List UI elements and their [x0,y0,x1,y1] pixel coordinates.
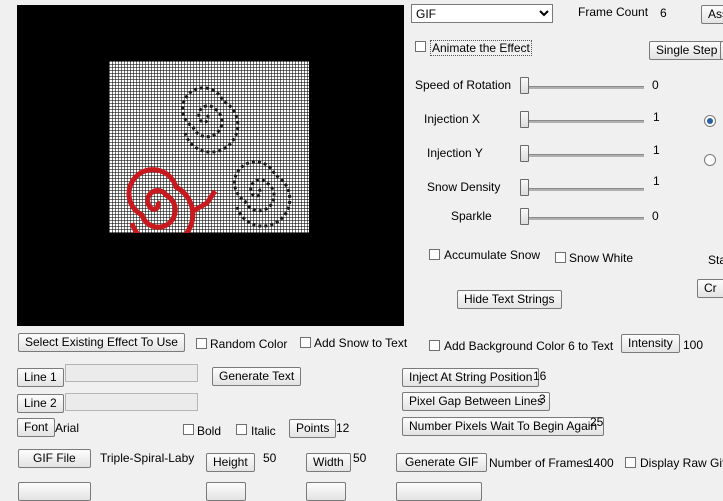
injection-x-slider[interactable] [520,111,529,128]
intensity-button[interactable]: Intensity [621,334,680,353]
add-snow-to-text-checkbox[interactable] [300,337,311,348]
preview-canvas [17,5,404,326]
hide-text-strings-button[interactable]: Hide Text Strings [457,290,562,309]
add-background-color-label: Add Background Color 6 to Text [444,339,614,353]
frame-count-label: Frame Count [578,5,649,19]
points-button[interactable]: Points [289,419,337,438]
inject-at-string-position-value: 16 [533,369,547,383]
snow-white-label: Snow White [569,251,634,265]
select-existing-effect-button[interactable]: Select Existing Effect To Use [18,333,185,352]
generate-text-button[interactable]: Generate Text [212,367,302,386]
sparkle-track [522,217,644,220]
font-button[interactable]: Font [17,418,56,437]
animate-effect-label: Animate the Effect [430,40,532,56]
injection-x-track [522,120,644,123]
accumulate-snow-checkbox[interactable] [429,249,440,260]
random-color-label: Random Color [210,337,288,351]
font-value: Arial [55,421,80,435]
single-step-button[interactable]: Single Step [649,41,723,60]
format-select[interactable]: GIF [411,4,553,23]
add-background-color-checkbox[interactable] [429,340,440,351]
injection-y-track [522,154,644,157]
inject-at-string-position-button[interactable]: Inject At String Position [402,368,540,387]
sparkle-label: Sparkle [451,209,492,223]
number-of-frames-label: Number of Frames [489,456,590,470]
height-button[interactable]: Height [206,453,255,472]
width-value: 50 [353,451,367,465]
injection-x-label: Injection X [424,112,481,126]
bold-checkbox[interactable] [183,424,194,435]
injection-x-value: 1 [653,110,660,124]
line-2-input[interactable] [65,393,198,411]
animate-effect-checkbox[interactable] [415,41,426,52]
speed-of-rotation-slider[interactable] [520,77,529,94]
italic-label: Italic [251,424,276,438]
create-button-cut[interactable]: Cr [697,279,723,298]
bottom-button-2[interactable] [206,482,246,501]
number-of-frames-value: 1400 [587,456,614,470]
injection-y-label: Injection Y [427,146,483,160]
line-1-input[interactable] [65,364,198,382]
italic-checkbox[interactable] [236,424,247,435]
sparkle-slider[interactable] [520,208,529,225]
number-pixels-wait-value: 25 [590,415,604,429]
bold-label: Bold [197,424,222,438]
speed-of-rotation-label: Speed of Rotation [415,78,512,92]
snow-density-value: 1 [653,174,660,188]
start-label-cut: Sta [708,253,723,267]
spiral-pattern [126,86,292,233]
width-button[interactable]: Width [306,453,351,472]
frame-count-value: 6 [660,6,667,20]
add-snow-to-text-label: Add Snow to Text [314,336,408,350]
injection-y-value: 1 [653,143,660,157]
intensity-value: 100 [683,338,704,352]
snow-density-slider[interactable] [520,179,529,196]
injection-y-slider[interactable] [520,145,529,162]
display-raw-gif-checkbox[interactable] [625,457,636,468]
bottom-button-3[interactable] [306,482,346,501]
preview-image [109,61,309,233]
line-1-button[interactable]: Line 1 [17,368,64,387]
ass-button[interactable]: Ass [701,5,723,24]
generate-gif-button[interactable]: Generate GIF [396,453,488,472]
radio-option-1[interactable] [704,115,716,127]
speed-of-rotation-track [522,86,644,89]
random-color-checkbox[interactable] [196,338,207,349]
snow-white-checkbox[interactable] [555,252,566,263]
snow-density-track [522,188,644,191]
number-pixels-wait-button[interactable]: Number Pixels Wait To Begin Again [402,417,605,436]
line-2-button[interactable]: Line 2 [17,394,64,413]
gif-file-button[interactable]: GIF File [18,449,91,468]
speed-of-rotation-value: 0 [652,78,659,92]
height-value: 50 [263,451,277,465]
display-raw-gif-label: Display Raw Gif [640,456,723,470]
accumulate-snow-label: Accumulate Snow [444,248,541,262]
pixel-gap-between-lines-button[interactable]: Pixel Gap Between Lines [402,392,551,411]
bottom-button-1[interactable] [18,482,91,501]
bottom-button-4[interactable] [396,482,482,501]
snow-density-label: Snow Density [427,180,501,194]
radio-option-2[interactable] [704,154,716,166]
sparkle-value: 0 [652,209,659,223]
points-value: 12 [336,421,350,435]
pixel-gap-between-lines-value: 3 [539,392,546,406]
gif-file-name: Triple-Spiral-Labyrin [100,451,195,465]
